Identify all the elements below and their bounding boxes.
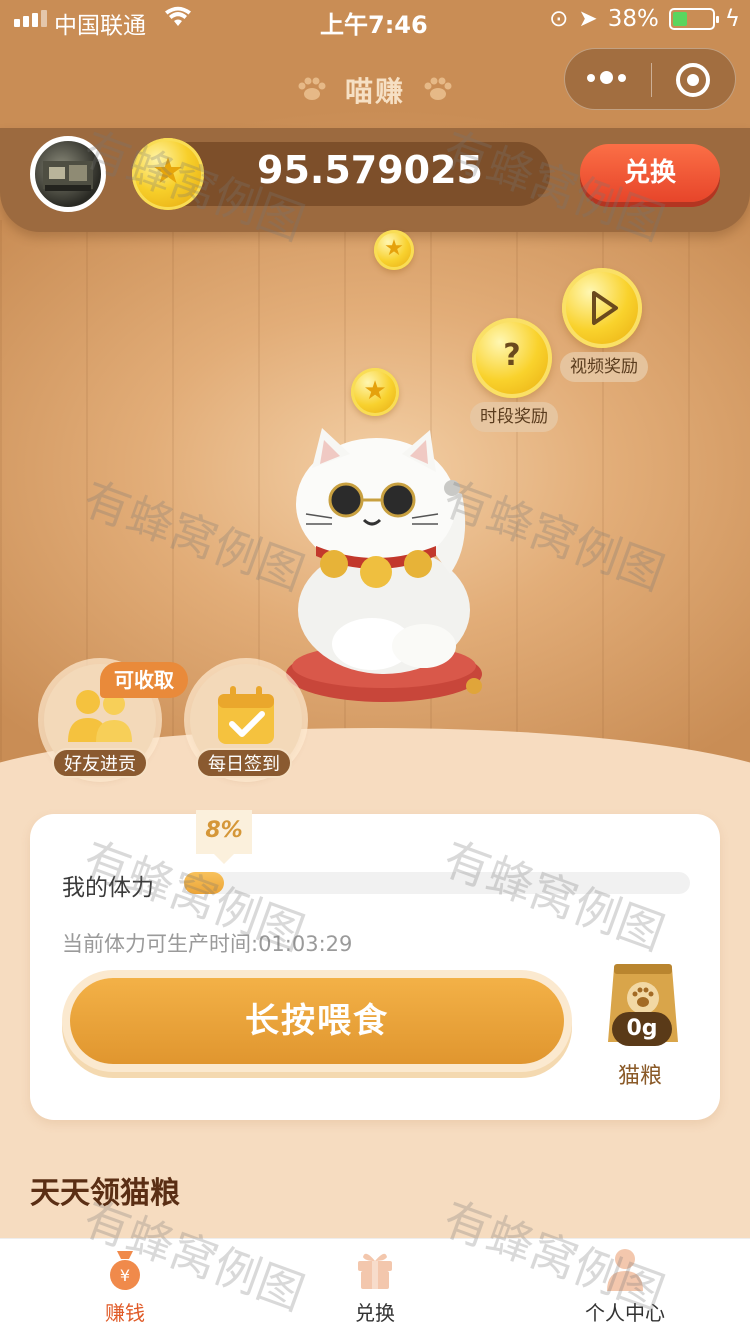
capsule-divider	[651, 63, 652, 97]
battery-fill	[672, 12, 688, 26]
svg-text:¥: ¥	[120, 1266, 130, 1285]
status-indicators: ⊙ ➤ 38% ϟ	[549, 6, 740, 32]
cat-food-quantity: 0g	[612, 1012, 672, 1046]
avatar[interactable]	[30, 136, 106, 212]
wallet-panel: 95.579025 兑换	[0, 128, 750, 232]
more-dots-icon[interactable]	[587, 71, 626, 84]
stamina-progress-fill	[184, 872, 225, 894]
exchange-button[interactable]: 兑换	[580, 144, 720, 202]
tab-earn-label: 赚钱	[105, 1301, 145, 1325]
tab-bar: ¥ 赚钱 兑换 个人中心	[0, 1238, 750, 1334]
avatar-image	[43, 161, 93, 191]
friend-tribute-label: 好友进贡	[52, 748, 148, 778]
daily-checkin-label: 每日签到	[196, 748, 292, 778]
person-icon	[607, 1249, 643, 1291]
stamina-progress-bar	[184, 872, 690, 894]
tab-profile[interactable]: 个人中心	[500, 1239, 750, 1334]
stamina-percent-flag: 8%	[196, 810, 252, 864]
calendar-check-icon	[218, 686, 274, 744]
section-title: 天天领猫粮	[30, 1176, 180, 1211]
charging-icon: ϟ	[724, 6, 740, 32]
floating-coin-icon[interactable]	[374, 230, 414, 270]
money-bag-icon: ¥	[110, 1251, 140, 1290]
question-icon: ?	[503, 338, 521, 373]
video-reward-button[interactable]	[562, 268, 642, 348]
tab-profile-label: 个人中心	[585, 1301, 665, 1325]
gold-coin-icon	[132, 138, 204, 210]
battery-percent: 38%	[607, 6, 659, 32]
cat-food-label: 猫粮	[618, 1064, 663, 1089]
battery-icon	[668, 8, 719, 30]
gift-icon	[358, 1253, 392, 1289]
signal-icon	[14, 10, 47, 27]
collectable-badge: 可收取	[100, 662, 188, 698]
play-icon	[592, 291, 618, 325]
location-icon: ➤	[578, 6, 598, 32]
time-reward-button[interactable]: ?	[472, 318, 552, 398]
long-press-feed-button[interactable]: 长按喂食	[70, 978, 564, 1064]
coin-balance: 95.579025	[257, 148, 483, 192]
lucky-cat-image[interactable]	[266, 424, 506, 714]
rotation-lock-icon: ⊙	[549, 6, 569, 32]
tab-earn[interactable]: ¥ 赚钱	[0, 1239, 250, 1334]
clock: 上午7:46	[320, 11, 428, 39]
title-bar: 喵赚	[0, 48, 750, 128]
close-miniprogram-icon[interactable]	[676, 63, 710, 97]
status-bar: 中国联通 上午7:46 ⊙ ➤ 38% ϟ	[0, 0, 750, 40]
paw-icon	[424, 77, 452, 100]
carrier-name: 中国联通	[54, 13, 146, 39]
tab-exchange-label: 兑换	[355, 1301, 395, 1325]
stamina-label: 我的体力	[62, 875, 154, 901]
tab-exchange[interactable]: 兑换	[250, 1239, 500, 1334]
floating-coin-icon[interactable]	[351, 368, 399, 416]
video-reward-label: 视频奖励	[560, 352, 648, 382]
stamina-timer: 当前体力可生产时间:01:03:29	[62, 932, 353, 956]
wifi-icon	[165, 6, 191, 26]
miniprogram-capsule	[564, 48, 736, 110]
